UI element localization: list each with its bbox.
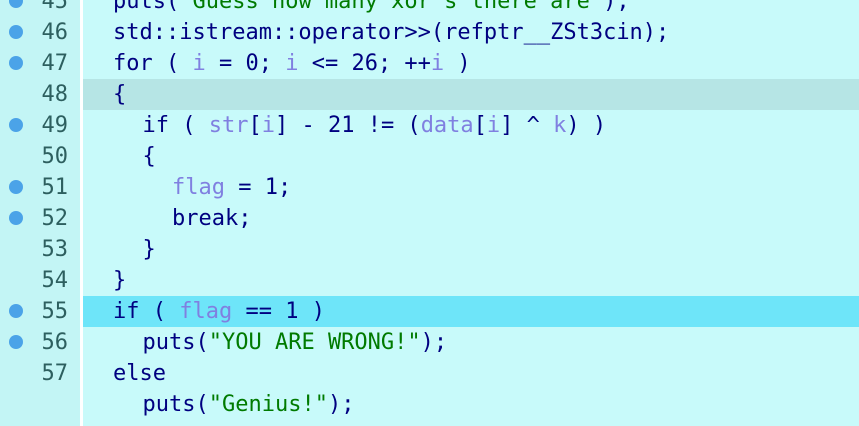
code-line[interactable]: 49 if ( str[i] - 21 != (data[i] ^ k) ): [0, 110, 859, 141]
code-text[interactable]: puts("YOU ARE WRONG!");: [143, 327, 448, 358]
breakpoint-dot-icon[interactable]: [9, 56, 23, 70]
code-token: if (: [113, 299, 180, 324]
line-number: 45: [41, 0, 69, 14]
code-line[interactable]: 52 break;: [0, 203, 859, 234]
breakpoint-dot-icon[interactable]: [9, 118, 23, 132]
code-token: ] - 21 != (: [274, 113, 421, 138]
code-token: );: [420, 330, 448, 355]
code-line[interactable]: 56 puts("YOU ARE WRONG!");: [0, 327, 859, 358]
line-number: 50: [41, 144, 69, 169]
line-number: 46: [41, 20, 69, 45]
variable-token: flag: [179, 299, 233, 324]
code-line[interactable]: 54}: [0, 265, 859, 296]
code-line[interactable]: puts("Genius!");: [0, 389, 859, 420]
variable-token: k: [553, 113, 567, 138]
variable-token: str: [208, 113, 249, 138]
code-line[interactable]: 46 std::istream::operator>>(refptr__ZSt3c…: [0, 17, 859, 48]
code-line[interactable]: 48 {: [0, 79, 859, 110]
code-text[interactable]: else: [113, 358, 166, 389]
string-literal: "Genius!": [208, 392, 328, 417]
code-text[interactable]: puts("Guess how many xor's there are");: [113, 0, 630, 17]
code-text[interactable]: }: [113, 265, 126, 296]
variable-token: i: [285, 51, 299, 76]
code-text[interactable]: if ( str[i] - 21 != (data[i] ^ k) ): [143, 110, 607, 141]
code-lines: 45 puts("Guess how many xor's there are")…: [0, 0, 859, 420]
code-token: ) ): [566, 113, 607, 138]
string-literal: "Guess how many xor's there are": [179, 0, 604, 14]
code-text[interactable]: {: [143, 141, 156, 172]
line-number: 52: [41, 206, 69, 231]
line-number: 53: [41, 237, 69, 262]
code-text[interactable]: if ( flag == 1 ): [113, 296, 325, 327]
code-token: std::istream::operator>>(refptr__ZSt3cin…: [113, 20, 670, 45]
code-token: if (: [142, 113, 209, 138]
code-token: }: [142, 237, 156, 262]
code-token: = 1;: [224, 175, 292, 200]
code-token: ): [444, 51, 471, 76]
code-token: ] ^: [500, 113, 554, 138]
breakpoint-dot-icon[interactable]: [9, 211, 23, 225]
code-token: );: [327, 392, 355, 417]
variable-token: i: [261, 113, 275, 138]
code-token: puts(: [113, 0, 180, 14]
code-line[interactable]: 57 else: [0, 358, 859, 389]
line-number: 51: [41, 175, 69, 200]
code-token: = 0;: [205, 51, 286, 76]
code-token: <= 26; ++: [298, 51, 431, 76]
code-token: == 1 ): [232, 299, 325, 324]
line-number: 47: [41, 51, 69, 76]
code-token: puts(: [142, 330, 209, 355]
breakpoint-dot-icon[interactable]: [9, 0, 23, 8]
code-text[interactable]: std::istream::operator>>(refptr__ZSt3cin…: [113, 17, 669, 48]
line-number: [28, 389, 68, 420]
code-text[interactable]: }: [143, 234, 156, 265]
code-token: {: [142, 144, 156, 169]
code-line[interactable]: 47 for ( i = 0; i <= 26; ++i ): [0, 48, 859, 79]
code-line[interactable]: 55 if ( flag == 1 ): [0, 296, 859, 327]
code-token: {: [113, 82, 127, 107]
code-line[interactable]: 53}: [0, 234, 859, 265]
string-literal: "YOU ARE WRONG!": [208, 330, 421, 355]
code-token: for (: [113, 51, 193, 76]
variable-token: i: [430, 51, 445, 76]
code-line[interactable]: 45 puts("Guess how many xor's there are")…: [0, 0, 859, 17]
breakpoint-dot-icon[interactable]: [9, 180, 23, 194]
code-token: puts(: [142, 392, 209, 417]
variable-token: i: [192, 51, 206, 76]
code-token: );: [603, 0, 630, 14]
line-number: 57: [41, 361, 69, 386]
code-text[interactable]: for ( i = 0; i <= 26; ++i ): [113, 48, 471, 79]
line-number: 54: [41, 268, 69, 293]
breakpoint-dot-icon[interactable]: [9, 304, 23, 318]
line-number: 49: [41, 113, 69, 138]
code-token: break;: [172, 206, 252, 231]
code-text[interactable]: puts("Genius!");: [143, 389, 355, 420]
line-number: 48: [41, 82, 69, 107]
variable-token: flag: [172, 175, 225, 200]
variable-token: i: [486, 113, 501, 138]
code-line[interactable]: 51 flag = 1;: [0, 172, 859, 203]
breakpoint-dot-icon[interactable]: [9, 335, 23, 349]
code-line[interactable]: 50 {: [0, 141, 859, 172]
variable-token: data: [420, 113, 474, 138]
breakpoint-dot-icon[interactable]: [9, 25, 23, 39]
code-token: [: [248, 113, 262, 138]
code-text[interactable]: break;: [172, 203, 251, 234]
code-text[interactable]: {: [113, 79, 126, 110]
code-text[interactable]: flag = 1;: [172, 172, 291, 203]
code-token: [: [473, 113, 487, 138]
line-highlight: [83, 79, 859, 110]
code-token: else: [113, 361, 166, 386]
line-number: 55: [41, 299, 69, 324]
pseudocode-viewer[interactable]: 45 puts("Guess how many xor's there are")…: [0, 0, 859, 426]
line-number: 56: [41, 330, 69, 355]
code-token: }: [113, 268, 127, 293]
